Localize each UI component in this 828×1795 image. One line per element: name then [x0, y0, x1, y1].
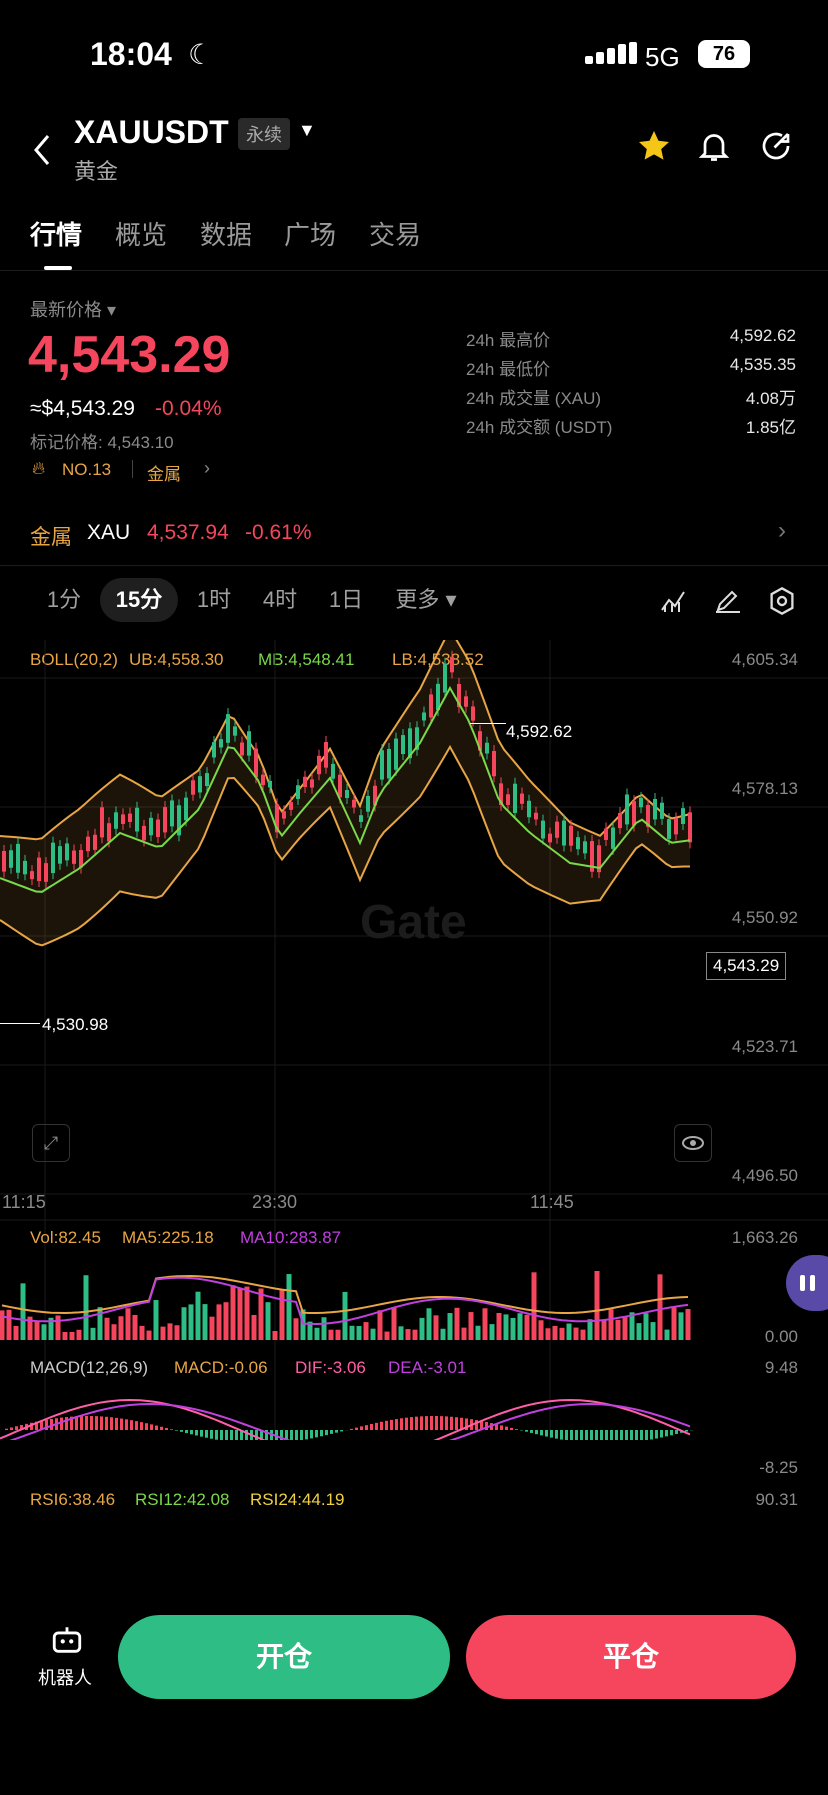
macd-dea: DEA:-3.01: [388, 1358, 467, 1377]
rsi12-value: RSI12:42.08: [135, 1490, 230, 1509]
macd-dif: DIF:-3.06: [295, 1358, 366, 1377]
moon-icon: ☾: [188, 39, 214, 70]
price-axis-label: 4,578.13: [731, 779, 798, 798]
price-axis-label: 4,605.34: [731, 650, 798, 669]
kline-chart[interactable]: [0, 640, 828, 1440]
stat-volume: 24h 成交量 (XAU) 4.08万: [466, 389, 796, 408]
macd-axis-min: -8.25: [759, 1458, 798, 1477]
timeframe-15m[interactable]: 15分: [100, 578, 178, 622]
last-price: 4,543.29: [28, 326, 231, 384]
tab-data[interactable]: 数据: [200, 215, 252, 252]
symbol-subtitle: 黄金: [74, 159, 119, 184]
related-asset-row[interactable]: 金属 XAU 4,537.94 -0.61% ›: [0, 505, 828, 566]
robot-icon[interactable]: [50, 1623, 84, 1662]
stat-turnover: 24h 成交额 (USDT) 1.85亿: [466, 418, 796, 437]
related-symbol: XAU: [87, 521, 131, 544]
main-tabs: 行情 概览 数据 广场 交易: [0, 205, 828, 271]
symbol-title[interactable]: XAUUSDT: [74, 114, 229, 151]
related-price: 4,537.94: [147, 521, 229, 544]
last-price-label[interactable]: 最新价格 ▾: [30, 296, 116, 322]
current-price-tag: 4,543.29: [706, 952, 787, 980]
back-icon[interactable]: [30, 132, 54, 173]
share-icon[interactable]: [758, 128, 794, 169]
rsi-axis-max: 90.31: [755, 1490, 798, 1509]
high-marker: 4,592.62: [506, 722, 573, 741]
pause-icon[interactable]: [786, 1255, 828, 1311]
macd-value: MACD:-0.06: [174, 1358, 268, 1377]
high-marker-line: [470, 723, 506, 724]
related-category: 金属: [30, 526, 72, 549]
timeframe-1d[interactable]: 1日: [320, 578, 372, 622]
robot-label[interactable]: 机器人: [38, 1664, 92, 1690]
close-position-button[interactable]: 平仓: [466, 1615, 796, 1699]
timeframe-4h[interactable]: 4时: [254, 578, 306, 622]
time-axis-label: 11:15: [2, 1192, 46, 1212]
tab-market[interactable]: 行情: [30, 215, 82, 252]
mark-price: 标记价格: 4,543.10: [30, 433, 174, 452]
stat-high: 24h 最高价 4,592.62: [466, 326, 796, 350]
macd-name: MACD(12,26,9): [30, 1358, 149, 1377]
timeframe-more[interactable]: 更多 ▾: [390, 578, 462, 622]
settings-icon[interactable]: [768, 586, 796, 621]
bell-icon[interactable]: [696, 128, 732, 169]
time-axis-label: 11:45: [530, 1192, 574, 1212]
tab-active-indicator: [44, 266, 72, 270]
price-axis-label: 4,496.50: [731, 1166, 798, 1185]
price-axis-label: 4,523.71: [731, 1037, 798, 1056]
watermark-logo: Gate: [360, 896, 467, 949]
chevron-right-icon: ›: [778, 517, 786, 544]
category-label[interactable]: 金属: [147, 460, 181, 485]
macd-axis-max: 9.48: [764, 1358, 798, 1377]
rsi24-value: RSI24:44.19: [250, 1490, 345, 1509]
low-marker-line: [0, 1023, 40, 1024]
vol-value: Vol:82.45: [30, 1228, 101, 1247]
usd-price: ≈$4,543.29: [30, 397, 135, 420]
macd-histogram: [5, 1416, 693, 1440]
related-change: -0.61%: [245, 521, 312, 544]
timeframe-1m[interactable]: 1分: [38, 578, 90, 622]
stat-low: 24h 最低价 4,535.35: [466, 355, 796, 379]
signal-icon: [585, 42, 637, 73]
battery-icon: 76: [698, 40, 750, 68]
vol-ma5: MA5:225.18: [122, 1228, 214, 1247]
chevron-down-icon[interactable]: ▼: [298, 120, 316, 141]
draw-icon[interactable]: [714, 588, 742, 619]
volume-bars: [0, 1270, 691, 1340]
timeframe-1h[interactable]: 1时: [188, 578, 240, 622]
indicator-icon[interactable]: [660, 588, 688, 619]
status-bar: 18:04 ☾ 5G 76: [0, 0, 828, 110]
network-label: 5G: [645, 42, 680, 72]
star-icon[interactable]: [636, 128, 672, 169]
status-time: 18:04: [90, 36, 172, 72]
eye-icon[interactable]: [674, 1124, 712, 1162]
expand-icon[interactable]: ⤢: [32, 1124, 70, 1162]
tab-square[interactable]: 广场: [284, 215, 336, 252]
price-axis-label: 4,550.92: [731, 908, 798, 927]
contract-badge: 永续: [238, 118, 290, 150]
rank-label[interactable]: NO.13: [62, 460, 111, 480]
rsi6-value: RSI6:38.46: [30, 1490, 116, 1509]
header: XAUUSDT 永续 ▼ 黄金: [0, 110, 828, 200]
tab-overview[interactable]: 概览: [115, 215, 167, 252]
time-axis-label: 23:30: [252, 1192, 298, 1212]
vol-axis-min: 0.00: [764, 1327, 798, 1346]
tab-trade[interactable]: 交易: [369, 215, 421, 252]
low-marker: 4,530.98: [42, 1015, 109, 1034]
price-change: -0.04%: [155, 397, 222, 420]
divider: [132, 460, 133, 478]
vol-axis-max: 1,663.26: [731, 1228, 798, 1247]
vol-ma10: MA10:283.87: [240, 1228, 342, 1247]
fire-icon: 🔥︎: [32, 458, 46, 478]
chevron-right-icon[interactable]: ›: [204, 458, 210, 479]
open-position-button[interactable]: 开仓: [118, 1615, 450, 1699]
